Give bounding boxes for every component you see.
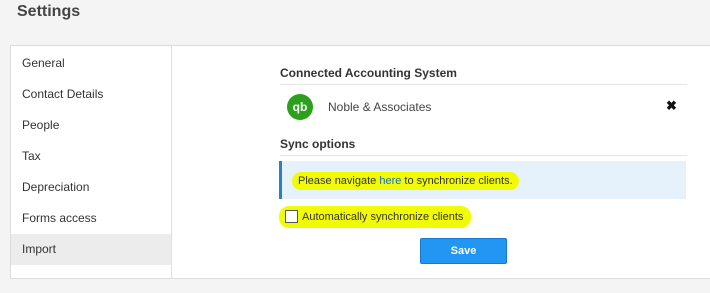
sidebar-item-label: Import [22, 242, 57, 256]
sidebar-item-import[interactable]: Import [11, 234, 171, 265]
settings-panel: General Contact Details People Tax Depre… [10, 45, 710, 279]
sidebar-item-general[interactable]: General [11, 48, 171, 79]
sidebar-item-tax[interactable]: Tax [11, 141, 171, 172]
sync-options-heading: Sync options [280, 137, 687, 156]
sidebar-item-label: General [22, 56, 65, 70]
sidebar-item-label: Contact Details [22, 87, 104, 101]
auto-sync-option[interactable]: Automatically synchronize clients [279, 206, 472, 228]
info-prefix: Please navigate [298, 175, 380, 187]
page-title: Settings [17, 3, 81, 20]
settings-sidebar: General Contact Details People Tax Depre… [11, 46, 172, 278]
connected-company-row: qb Noble & Associates ✖ [280, 94, 687, 121]
sync-info-text: Please navigate here to synchronize clie… [292, 172, 519, 190]
sidebar-item-contact-details[interactable]: Contact Details [11, 79, 171, 110]
sidebar-item-forms-access[interactable]: Forms access [11, 203, 171, 234]
sidebar-item-depreciation[interactable]: Depreciation [11, 172, 171, 203]
company-name: Noble & Associates [328, 100, 432, 114]
import-content: Connected Accounting System qb Noble & A… [279, 46, 687, 278]
sync-info-alert: Please navigate here to synchronize clie… [279, 161, 686, 199]
auto-sync-label[interactable]: Automatically synchronize clients [302, 211, 463, 223]
info-suffix: to synchronize clients. [401, 175, 513, 187]
sidebar-item-label: Forms access [22, 211, 97, 225]
auto-sync-checkbox[interactable] [285, 210, 298, 224]
sidebar-item-label: Tax [22, 149, 41, 163]
navigate-here-link[interactable]: here [379, 175, 401, 187]
quickbooks-logo-icon: qb [287, 94, 313, 120]
sidebar-item-label: Depreciation [22, 180, 90, 194]
connected-system-heading: Connected Accounting System [280, 66, 687, 85]
close-icon[interactable]: ✖ [666, 98, 677, 114]
save-button[interactable]: Save [420, 238, 507, 264]
sidebar-item-label: People [22, 118, 60, 132]
sidebar-item-people[interactable]: People [11, 110, 171, 141]
